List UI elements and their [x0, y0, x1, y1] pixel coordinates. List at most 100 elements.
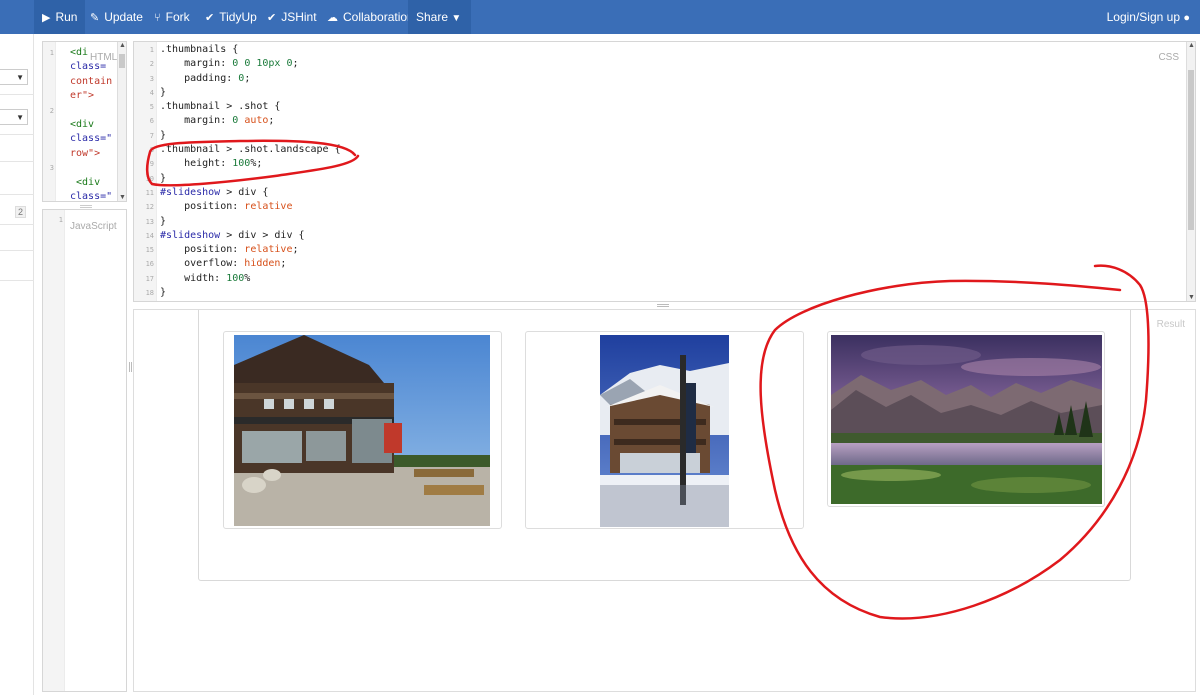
css-editor[interactable]: 1 .thumbnails {2 margin: 0 0 10px 0; 3 pad…: [133, 41, 1196, 302]
framework-select[interactable]: ▼: [0, 69, 28, 85]
run-button[interactable]: ▶ Run: [34, 0, 86, 34]
caret-down-icon: ▼: [16, 113, 24, 122]
update-button[interactable]: ✎ Update: [90, 0, 143, 34]
html-editor[interactable]: 1 <di class= contain er"> 2 <div class=" row"> 3 …: [42, 41, 127, 202]
code-text: <di: [70, 47, 89, 58]
code-text: .thumbnail > .shot {: [160, 101, 281, 113]
code-line: 17 width: 100%: [134, 272, 1174, 286]
share-label: Share: [416, 10, 449, 24]
share-button[interactable]: Share ▼: [408, 0, 472, 34]
code-line: 9 height: 100%;: [134, 157, 1174, 171]
tidyup-button[interactable]: ✔ TidyUp: [205, 0, 257, 34]
line-number: 13: [145, 217, 154, 226]
doctype-select[interactable]: ▼: [0, 109, 28, 125]
divider: [0, 161, 34, 162]
line-number: 10: [145, 174, 154, 183]
html-panel-label: HTML: [90, 52, 118, 63]
pencil-icon: ✎: [90, 12, 100, 24]
line-number: 1: [58, 216, 63, 224]
code-text: contain: [70, 75, 113, 87]
line-number: 7: [149, 131, 154, 140]
scrollbar[interactable]: ▲ ▼: [1186, 42, 1195, 301]
line-number: 18: [145, 289, 154, 298]
code-text: }: [160, 86, 167, 98]
code-line: 11 #slideshow > div {: [134, 186, 1174, 200]
code-line: 12 position: relative: [134, 200, 1174, 214]
divider: [0, 280, 34, 281]
line-number: 5: [149, 103, 154, 112]
code-text: margin: 0 0 10px 0;: [160, 58, 299, 70]
building-photo: [234, 335, 490, 526]
code-text: overflow: hidden;: [160, 258, 287, 270]
mountain-lake-photo-graphic: [831, 335, 1102, 504]
code-line: 2 margin: 0 0 10px 0;: [134, 57, 1174, 71]
scrollbar-thumb[interactable]: [1188, 70, 1194, 230]
code-line: 18}: [134, 286, 1174, 300]
building-photo-graphic: [234, 335, 490, 526]
resize-handle[interactable]: [657, 304, 669, 307]
scrollbar-thumb[interactable]: [119, 54, 125, 68]
line-number: 4: [149, 88, 154, 97]
jshint-button[interactable]: ✔ JSHint: [267, 0, 317, 34]
code-text: <div: [70, 118, 95, 130]
code-line: <div: [43, 176, 126, 190]
code-line: 5 .thumbnail > .shot {: [134, 100, 1174, 114]
code-text: }: [160, 215, 167, 227]
css-panel-label: CSS: [1158, 52, 1179, 63]
code-text: .thumbnails {: [160, 44, 239, 55]
fork-label: Fork: [165, 10, 190, 24]
line-number: 2: [149, 60, 154, 69]
javascript-editor[interactable]: 1 JavaScript: [42, 209, 127, 692]
collaboration-button[interactable]: ☁ Collaboration: [327, 0, 414, 34]
update-label: Update: [104, 10, 143, 24]
login-button[interactable]: Login/Sign up ●: [1107, 0, 1190, 34]
resize-handle[interactable]: [129, 362, 132, 372]
scroll-down-icon[interactable]: ▼: [1188, 294, 1195, 301]
thumbnails-container: [198, 310, 1131, 581]
code-line: 14 #slideshow > div > div {: [134, 229, 1174, 243]
line-number: 11: [145, 188, 154, 197]
code-line: row">: [43, 147, 126, 161]
line-number: 8: [149, 146, 154, 155]
code-line: 4}: [134, 86, 1174, 100]
resize-handle[interactable]: [80, 205, 92, 208]
fork-button[interactable]: ⑂ Fork: [154, 0, 190, 34]
code-text: .thumbnail > .shot.landscape {: [160, 144, 341, 156]
javascript-panel-label: JavaScript: [70, 221, 117, 232]
line-number: 12: [145, 203, 154, 212]
code-text: height: 100%;: [160, 158, 263, 170]
scroll-up-icon[interactable]: ▲: [119, 42, 126, 49]
line-number: 6: [149, 117, 154, 126]
line-number: 16: [145, 260, 154, 269]
divider: [0, 224, 34, 225]
code-line: 2: [43, 104, 126, 118]
caret-down-icon: ▼: [16, 73, 24, 82]
scroll-down-icon[interactable]: ▼: [119, 194, 126, 201]
code-text: class=": [70, 190, 113, 202]
code-line: er">: [43, 89, 126, 103]
line-number: 17: [145, 274, 154, 283]
code-text: padding: 0;: [160, 72, 251, 84]
code-line: <div: [43, 118, 126, 132]
line-number: 2: [49, 106, 54, 115]
thumbnail[interactable]: [525, 331, 804, 529]
code-line: 10}: [134, 172, 1174, 186]
line-number: 3: [49, 164, 54, 173]
thumbnail[interactable]: [827, 331, 1105, 507]
scrollbar[interactable]: ▲ ▼: [117, 42, 126, 201]
code-line: 3 padding: 0;: [134, 72, 1174, 86]
line-number: 1: [149, 46, 154, 54]
code-text: position: relative;: [160, 244, 299, 256]
code-line: 3: [43, 161, 126, 175]
code-text: }: [160, 287, 167, 299]
code-line: class=": [43, 190, 126, 202]
code-text: class=": [70, 133, 113, 145]
code-text: margin: 0 auto;: [160, 115, 275, 127]
code-line: 1 .thumbnails {: [134, 43, 1174, 57]
scroll-up-icon[interactable]: ▲: [1188, 42, 1195, 49]
code-line: 7}: [134, 129, 1174, 143]
line-number: 3: [149, 74, 154, 83]
divider: [0, 250, 34, 251]
thumbnail[interactable]: [223, 331, 502, 529]
user-icon: ●: [1183, 12, 1190, 24]
